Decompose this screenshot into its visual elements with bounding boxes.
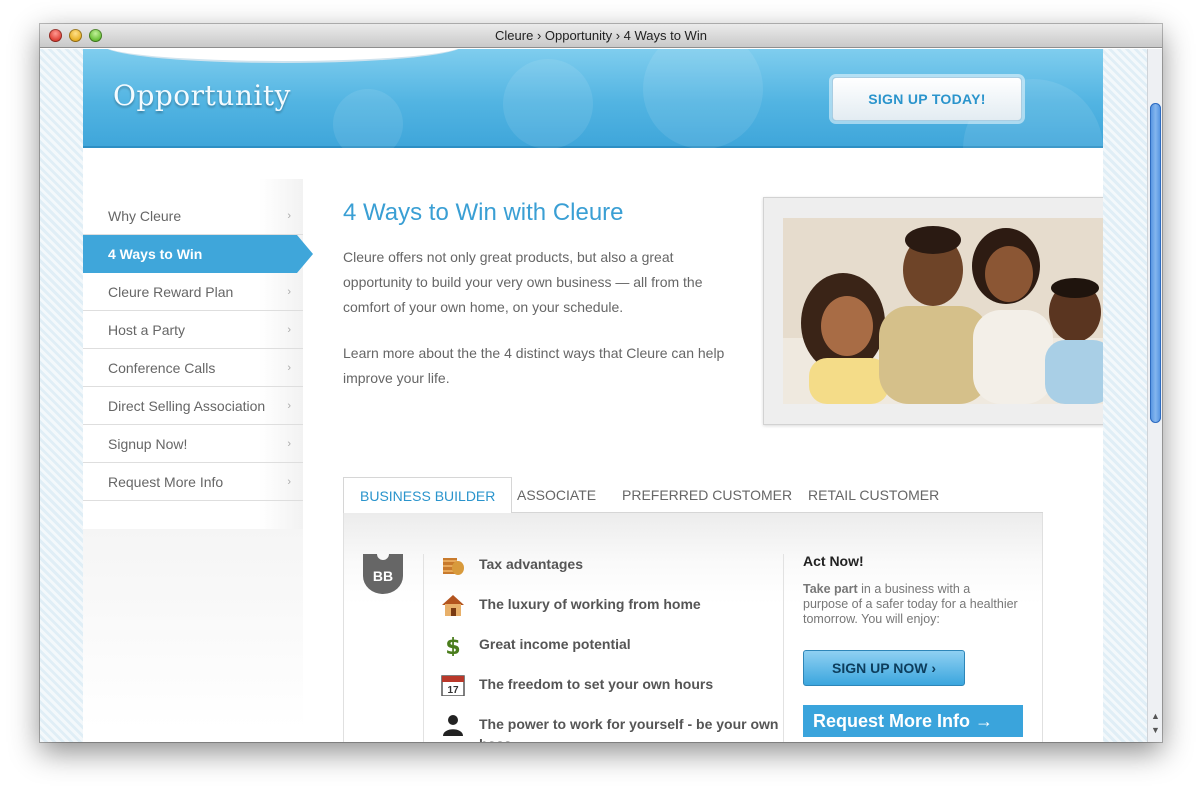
chevron-right-icon: › bbox=[287, 362, 291, 374]
learn-more-paragraph: Learn more about the the 4 distinct ways… bbox=[343, 345, 725, 386]
panel-divider bbox=[783, 554, 784, 742]
bb-badge-label: BB bbox=[373, 568, 393, 584]
sign-up-now-button[interactable]: SIGN UP NOW › bbox=[803, 650, 965, 686]
hero-bubble bbox=[503, 59, 593, 149]
page-title: Opportunity bbox=[113, 79, 291, 112]
feature-label: Great income potential bbox=[479, 636, 631, 652]
chevron-right-icon: › bbox=[287, 286, 291, 298]
browser-window: Cleure › Opportunity › 4 Ways to Win Opp… bbox=[40, 24, 1162, 742]
hero-banner: Opportunity SIGN UP TODAY! bbox=[83, 49, 1103, 219]
feature-label: The power to work for yourself - be your… bbox=[479, 716, 779, 742]
person-icon bbox=[443, 715, 463, 736]
sidebar-item-label: Why Cleure bbox=[108, 208, 182, 224]
sidebar-item-label: Cleure Reward Plan bbox=[108, 284, 234, 300]
feature-label: The freedom to set your own hours bbox=[479, 676, 714, 692]
sidebar-item-request-info[interactable]: Request More Info › bbox=[83, 463, 303, 501]
house-icon bbox=[442, 595, 464, 616]
chevron-right-icon: › bbox=[287, 210, 291, 222]
sidebar-item-label: Request More Info bbox=[108, 474, 224, 490]
calendar-day: 17 bbox=[447, 685, 459, 696]
tab-preferred-customer[interactable]: PREFERRED CUSTOMER bbox=[606, 477, 808, 513]
sidebar-item-label: Direct Selling Association bbox=[108, 398, 266, 414]
page-viewport: Opportunity SIGN UP TODAY! Why Cleure › … bbox=[40, 49, 1147, 742]
panel-divider bbox=[423, 554, 424, 742]
photo-frame bbox=[763, 197, 1103, 425]
hero-curve-decoration bbox=[103, 49, 463, 63]
family-illustration bbox=[783, 218, 1103, 404]
scroll-up-arrow-icon[interactable]: ▲ bbox=[1151, 711, 1160, 721]
hero-bubble bbox=[333, 89, 403, 159]
intro-paragraph: Cleure offers not only great products, b… bbox=[343, 249, 703, 315]
sidebar-item-label: Conference Calls bbox=[108, 360, 216, 376]
request-more-info-button[interactable]: Request More Info → bbox=[803, 705, 1023, 737]
feature-label: Tax advantages bbox=[479, 556, 584, 572]
sidebar-item-direct-selling[interactable]: Direct Selling Association › bbox=[83, 387, 303, 425]
sidebar-item-reward-plan[interactable]: Cleure Reward Plan › bbox=[83, 273, 303, 311]
tab-retail-customer[interactable]: RETAIL CUSTOMER bbox=[792, 477, 955, 513]
feature-label: The luxury of working from home bbox=[479, 596, 701, 612]
chevron-right-icon: › bbox=[287, 476, 291, 488]
chevron-right-icon: › bbox=[287, 400, 291, 412]
sidebar-item-label: Signup Now! bbox=[108, 436, 188, 452]
act-now-heading: Act Now! bbox=[803, 553, 864, 569]
act-now-lead: Take part bbox=[803, 582, 858, 596]
sidebar-item-why-cleure[interactable]: Why Cleure › bbox=[83, 197, 303, 235]
window-title: Cleure › Opportunity › 4 Ways to Win bbox=[495, 28, 707, 43]
vertical-scrollbar[interactable]: ▲ ▼ bbox=[1147, 49, 1162, 742]
sidebar-item-conference-calls[interactable]: Conference Calls › bbox=[83, 349, 303, 387]
hero-bubble bbox=[643, 49, 763, 149]
sidebar-item-host-a-party[interactable]: Host a Party › bbox=[83, 311, 303, 349]
plan-tabs: BUSINESS BUILDER ASSOCIATE PREFERRED CUS… bbox=[343, 477, 1043, 514]
section-heading: 4 Ways to Win with Cleure bbox=[343, 199, 624, 226]
sidebar-item-4-ways-to-win[interactable]: 4 Ways to Win bbox=[83, 235, 313, 273]
calendar-icon: 17 bbox=[441, 675, 465, 696]
sidebar-item-label: 4 Ways to Win bbox=[108, 246, 203, 262]
chevron-right-icon: › bbox=[287, 324, 291, 336]
sign-up-today-button[interactable]: SIGN UP TODAY! bbox=[832, 77, 1022, 121]
coins-icon bbox=[443, 558, 464, 575]
act-now-text: Take part in a business with a purpose o… bbox=[803, 582, 1018, 627]
family-photo bbox=[783, 218, 1103, 404]
chevron-right-icon: › bbox=[287, 438, 291, 450]
title-bar: Cleure › Opportunity › 4 Ways to Win bbox=[40, 24, 1162, 48]
sidebar-nav: Why Cleure › 4 Ways to Win Cleure Reward… bbox=[83, 179, 313, 729]
dollar-icon: $ bbox=[445, 635, 460, 656]
scrollbar-thumb[interactable] bbox=[1150, 103, 1161, 423]
tab-business-builder[interactable]: BUSINESS BUILDER bbox=[343, 477, 513, 514]
bb-badge: BB bbox=[363, 554, 403, 594]
scroll-down-arrow-icon[interactable]: ▼ bbox=[1151, 725, 1160, 735]
sidebar-shade bbox=[83, 529, 303, 729]
sidebar-item-signup-now[interactable]: Signup Now! › bbox=[83, 425, 303, 463]
svg-text:$: $ bbox=[445, 635, 460, 656]
tab-associate[interactable]: ASSOCIATE bbox=[501, 477, 612, 513]
page: Opportunity SIGN UP TODAY! Why Cleure › … bbox=[83, 49, 1103, 742]
sidebar-item-label: Host a Party bbox=[108, 322, 186, 338]
